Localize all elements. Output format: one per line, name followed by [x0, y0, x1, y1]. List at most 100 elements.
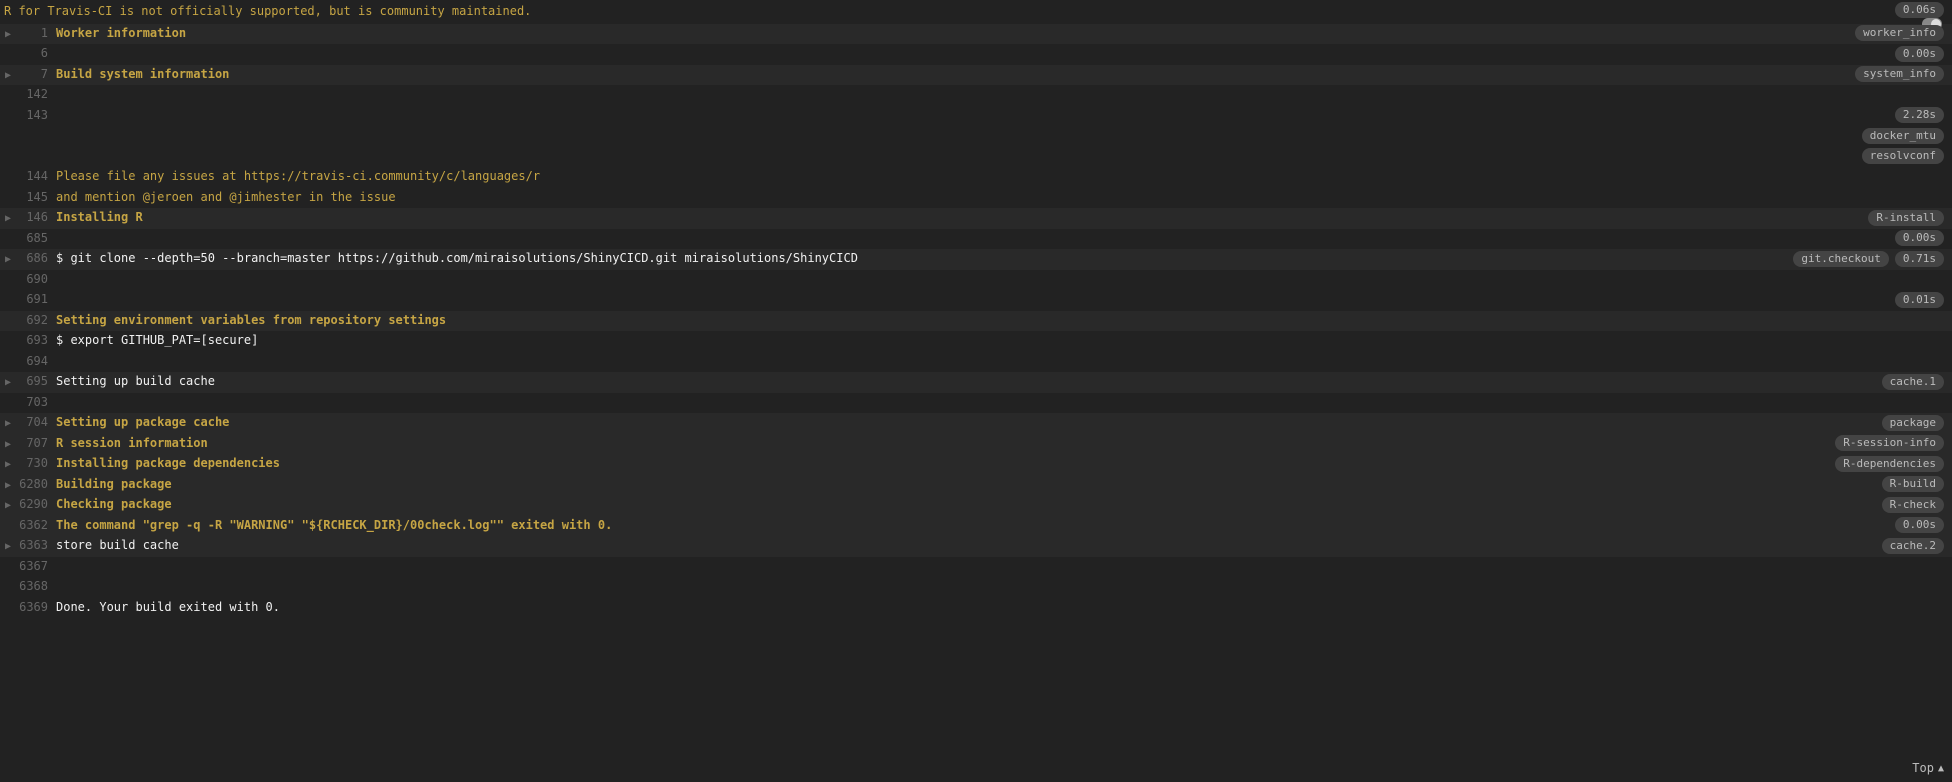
log-line: ▶695Setting up build cachecache.1 — [0, 372, 1952, 393]
log-text: $ export GITHUB_PAT=[secure] — [56, 331, 1944, 351]
log-line: ▶7Build system informationsystem_info — [0, 65, 1952, 86]
log-line: ▶60.00s — [0, 44, 1952, 65]
line-number[interactable]: 695 — [16, 372, 56, 392]
line-badges: R-dependencies — [1835, 454, 1944, 474]
log-header: R for Travis-CI is not officially suppor… — [0, 0, 1952, 24]
expand-arrow-icon[interactable]: ▶ — [0, 65, 16, 86]
log-badge: 2.28s — [1895, 107, 1944, 123]
line-number[interactable]: 6280 — [16, 475, 56, 495]
expand-arrow-icon[interactable]: ▶ — [0, 208, 16, 229]
line-number[interactable]: 1 — [16, 24, 56, 44]
log-output: ▶1Worker informationworker_info▶60.00s▶7… — [0, 24, 1952, 619]
line-number[interactable]: 685 — [16, 229, 56, 249]
log-line: ▶1Worker informationworker_info — [0, 24, 1952, 45]
log-text: Setting up build cache — [56, 372, 1944, 392]
log-badge: 0.00s — [1895, 517, 1944, 533]
header-warning: R for Travis-CI is not officially suppor… — [4, 4, 531, 18]
log-badge: worker_info — [1855, 25, 1944, 41]
line-number[interactable]: 694 — [16, 352, 56, 372]
log-line: ▶6363store build cachecache.2 — [0, 536, 1952, 557]
log-line: ▶686$ git clone --depth=50 --branch=mast… — [0, 249, 1952, 270]
line-number[interactable]: 707 — [16, 434, 56, 454]
line-badges: 0.01s — [1895, 290, 1944, 310]
line-number[interactable]: 142 — [16, 85, 56, 105]
log-line: ▶6910.01s — [0, 290, 1952, 311]
expand-arrow-icon[interactable]: ▶ — [0, 454, 16, 475]
log-line: ▶1432.28s — [0, 106, 1952, 127]
log-text: Build system information — [56, 65, 1944, 85]
line-number[interactable]: 692 — [16, 311, 56, 331]
line-number[interactable]: 730 — [16, 454, 56, 474]
line-number[interactable]: 6 — [16, 44, 56, 64]
line-badges: 0.00s — [1895, 44, 1944, 64]
expand-arrow-icon[interactable]: ▶ — [0, 24, 16, 45]
expand-arrow-icon[interactable]: ▶ — [0, 413, 16, 434]
log-line: ▶docker_mtu — [0, 126, 1952, 147]
log-badge: cache.1 — [1882, 374, 1944, 390]
log-line: ▶6368 — [0, 577, 1952, 598]
line-number[interactable]: 143 — [16, 106, 56, 126]
line-badges: git.checkout0.71s — [1793, 249, 1944, 269]
scroll-to-top-link[interactable]: Top ▲ — [1912, 759, 1944, 779]
line-number[interactable]: 145 — [16, 188, 56, 208]
expand-arrow-icon[interactable]: ▶ — [0, 249, 16, 270]
line-badges: docker_mtu — [1862, 126, 1944, 146]
line-number[interactable]: 7 — [16, 65, 56, 85]
log-text: Checking package — [56, 495, 1944, 515]
line-number[interactable]: 6368 — [16, 577, 56, 597]
log-badge: R-install — [1868, 210, 1944, 226]
expand-arrow-icon[interactable]: ▶ — [0, 536, 16, 557]
log-text: $ git clone --depth=50 --branch=master h… — [56, 249, 1944, 269]
expand-arrow-icon[interactable]: ▶ — [0, 372, 16, 393]
expand-arrow-icon[interactable]: ▶ — [0, 475, 16, 496]
line-number[interactable]: 6367 — [16, 557, 56, 577]
line-number[interactable]: 146 — [16, 208, 56, 228]
line-number[interactable]: 6290 — [16, 495, 56, 515]
line-badges: R-install — [1868, 208, 1944, 228]
log-text: store build cache — [56, 536, 1944, 556]
log-badge: system_info — [1855, 66, 1944, 82]
log-badge: R-build — [1882, 476, 1944, 492]
line-number[interactable]: 6363 — [16, 536, 56, 556]
line-badges: R-session-info — [1835, 434, 1944, 454]
line-number[interactable]: 686 — [16, 249, 56, 269]
log-line: ▶6850.00s — [0, 229, 1952, 250]
log-line: ▶6369Done. Your build exited with 0. — [0, 598, 1952, 619]
line-badges: 2.28s — [1895, 106, 1944, 126]
log-line: ▶693$ export GITHUB_PAT=[secure] — [0, 331, 1952, 352]
log-badge: docker_mtu — [1862, 128, 1944, 144]
line-number[interactable]: 704 — [16, 413, 56, 433]
line-number[interactable]: 6369 — [16, 598, 56, 618]
log-badge: 0.00s — [1895, 46, 1944, 62]
line-number[interactable]: 144 — [16, 167, 56, 187]
line-badges: cache.1 — [1882, 372, 1944, 392]
expand-arrow-icon[interactable]: ▶ — [0, 434, 16, 455]
log-badge: 0.01s — [1895, 292, 1944, 308]
line-badges: cache.2 — [1882, 536, 1944, 556]
log-badge: resolvconf — [1862, 148, 1944, 164]
line-number[interactable]: 690 — [16, 270, 56, 290]
line-badges: R-check — [1882, 495, 1944, 515]
line-number[interactable]: 6362 — [16, 516, 56, 536]
line-number[interactable]: 693 — [16, 331, 56, 351]
expand-arrow-icon[interactable]: ▶ — [0, 495, 16, 516]
line-badges: resolvconf — [1862, 147, 1944, 167]
line-badges: 0.00s — [1895, 516, 1944, 536]
log-text: Worker information — [56, 24, 1944, 44]
line-badges: package — [1882, 413, 1944, 433]
log-badge: package — [1882, 415, 1944, 431]
caret-up-icon: ▲ — [1938, 759, 1944, 779]
log-badge: cache.2 — [1882, 538, 1944, 554]
log-badge: R-dependencies — [1835, 456, 1944, 472]
line-number[interactable]: 703 — [16, 393, 56, 413]
log-text: The command "grep -q -R "WARNING" "${RCH… — [56, 516, 1944, 536]
log-line: ▶694 — [0, 352, 1952, 373]
log-line: ▶692Setting environment variables from r… — [0, 311, 1952, 332]
log-line: ▶146Installing RR-install — [0, 208, 1952, 229]
log-line: ▶6290Checking packageR-check — [0, 495, 1952, 516]
header-time-badge: 0.06s — [1895, 2, 1944, 18]
line-number[interactable]: 691 — [16, 290, 56, 310]
line-badges: system_info — [1855, 65, 1944, 85]
log-text: Please file any issues at https://travis… — [56, 167, 1944, 187]
log-text: Done. Your build exited with 0. — [56, 598, 1944, 618]
